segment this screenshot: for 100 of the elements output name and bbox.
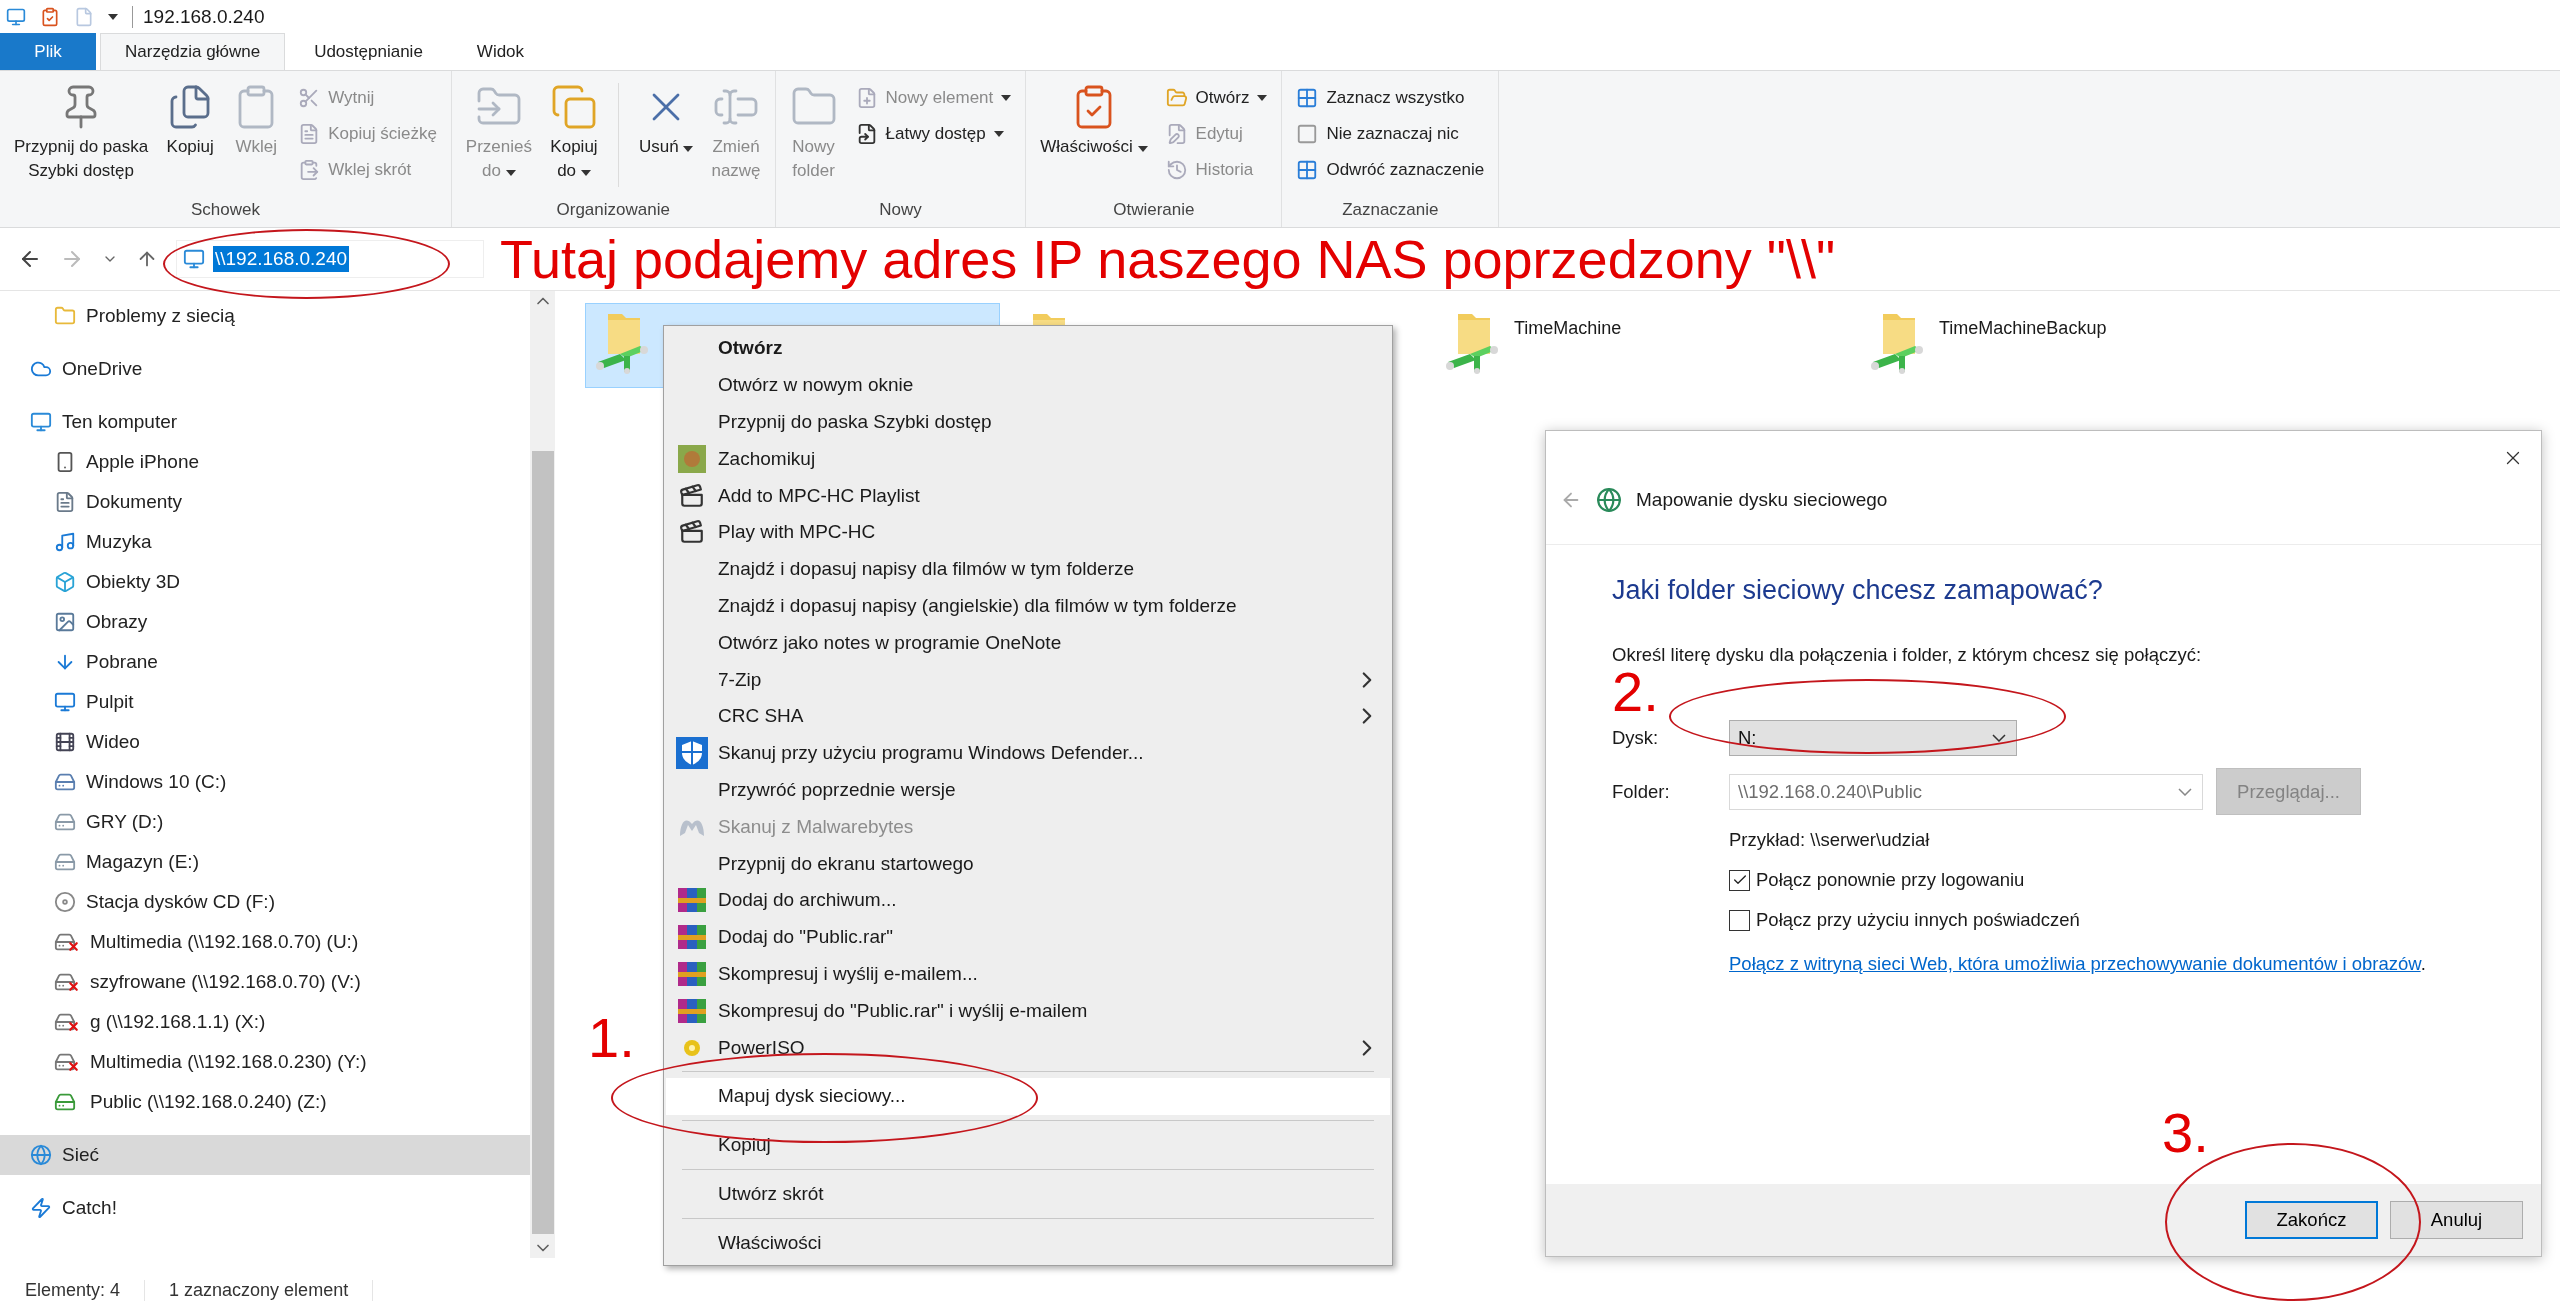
instruction-text: Określ literę dysku dla połączenia i folder, z którym chcesz się połączyć:: [1612, 644, 2203, 666]
sidebar-item[interactable]: szyfrowane (\\192.168.0.70) (V:): [0, 962, 530, 1002]
cube-icon: [54, 571, 76, 593]
menu-item[interactable]: Otwórz: [666, 330, 1390, 367]
ribbon-button[interactable]: Kopiuj do: [544, 79, 604, 187]
sidebar-item[interactable]: Pulpit: [0, 682, 530, 722]
sidebar-item[interactable]: Pobrane: [0, 642, 530, 682]
ribbon-button[interactable]: Łatwy dostęp: [849, 117, 1018, 151]
menu-item[interactable]: Otwórz jako notes w programie OneNote: [666, 624, 1390, 662]
web-site-link[interactable]: Połącz z witryną sieci Web, która umożliwia przechowywanie dokumentów i obrazów: [1729, 953, 2421, 974]
menu-item[interactable]: CRC SHA: [666, 697, 1390, 735]
ribbon-tab[interactable]: Narzędzia główne: [100, 33, 286, 70]
field-label: Dysk:: [1612, 727, 1660, 749]
menu-item[interactable]: Skompresuj do "Public.rar" i wyślij e-mailem: [666, 992, 1390, 1030]
menu-item[interactable]: PowerISO: [666, 1029, 1390, 1066]
menu-item[interactable]: Kopiuj: [666, 1126, 1390, 1164]
checklist-icon[interactable]: [40, 6, 60, 27]
menu-item[interactable]: Dodaj do "Public.rar": [666, 918, 1390, 956]
sidebar-item[interactable]: Dokumenty: [0, 482, 530, 522]
computer-icon: [6, 6, 26, 27]
sidebar-item[interactable]: GRY (D:): [0, 802, 530, 842]
checkbox-option[interactable]: Połącz ponownie przy logowaniu: [1729, 869, 2541, 891]
sidebar-item[interactable]: Muzyka: [0, 522, 530, 562]
sidebar-item[interactable]: Catch!: [0, 1188, 530, 1228]
ribbon-button[interactable]: Właściwości: [1034, 79, 1154, 163]
menu-item[interactable]: Skompresuj i wyślij e-mailem...: [666, 955, 1390, 993]
folder-item[interactable]: TimeMachine: [1435, 303, 1850, 388]
menu-item[interactable]: Skanuj przy użyciu programu Windows Defender...: [666, 734, 1390, 772]
ribbon-tab[interactable]: Plik: [0, 33, 96, 70]
sidebar-item[interactable]: Ten komputer: [0, 402, 530, 442]
drive-dropdown[interactable]: N:: [1729, 720, 2017, 756]
menu-item[interactable]: Play with MPC-HC: [666, 514, 1390, 551]
menu-item[interactable]: Otwórz w nowym oknie: [666, 366, 1390, 404]
globe-icon: [1596, 487, 1622, 513]
caret-icon[interactable]: [108, 13, 118, 20]
ribbon-button[interactable]: Kopiuj: [160, 79, 221, 163]
menu-item[interactable]: Mapuj dysk sieciowy...: [666, 1077, 1390, 1115]
sidebar-item[interactable]: Multimedia (\\192.168.0.230) (Y:): [0, 1042, 530, 1082]
disc-icon: [683, 1038, 701, 1057]
dialog-button[interactable]: Zakończ: [2245, 1201, 2378, 1239]
menu-item[interactable]: Utwórz skrót: [666, 1175, 1390, 1213]
ribbon-button[interactable]: Otwórz: [1159, 81, 1274, 115]
menu-item[interactable]: Właściwości: [666, 1224, 1390, 1262]
dialog-button[interactable]: Anuluj: [2390, 1201, 2523, 1239]
ribbon-button[interactable]: Usuń: [633, 79, 700, 163]
ribbon-tab[interactable]: Udostępnianie: [289, 33, 448, 70]
ribbon-button[interactable]: Zaznacz wszystko: [1290, 81, 1491, 115]
sidebar-item[interactable]: Magazyn (E:): [0, 842, 530, 882]
menu-item[interactable]: Dodaj do archiwum...: [666, 881, 1390, 919]
address-field[interactable]: \\192.168.0.240: [176, 240, 484, 278]
folder-item[interactable]: TimeMachineBackup: [1860, 303, 2275, 388]
sidebar-item[interactable]: Windows 10 (C:): [0, 762, 530, 802]
drive-icon: [54, 771, 76, 793]
sidebar-item[interactable]: OneDrive: [0, 349, 530, 389]
shield-icon: [676, 737, 708, 770]
checkbox-label: Połącz przy użyciu innych poświadczeń: [1756, 909, 2080, 931]
shortcut-icon: [298, 159, 321, 181]
dialog-heading: Jaki folder sieciowy chcesz zamapować?: [1612, 575, 2104, 606]
folder-copy-icon: [550, 83, 598, 131]
sidebar-item[interactable]: Obiekty 3D: [0, 562, 530, 602]
sidebar-item[interactable]: Multimedia (\\192.168.0.70) (U:): [0, 922, 530, 962]
open-folder-icon: [1165, 87, 1188, 109]
field-label: Folder:: [1612, 780, 1671, 803]
menu-item[interactable]: Zachomikuj: [666, 440, 1390, 478]
menu-item[interactable]: Przypnij do ekranu startowego: [666, 845, 1390, 882]
chevron-down-icon: [2178, 787, 2192, 796]
sidebar-item[interactable]: Apple iPhone: [0, 442, 530, 482]
sidebar-item[interactable]: Wideo: [0, 722, 530, 762]
archive-books-icon: [678, 959, 706, 988]
scrollbar[interactable]: [530, 291, 555, 1258]
sidebar-item[interactable]: Stacja dysków CD (F:): [0, 882, 530, 922]
square-icon: [1296, 123, 1319, 145]
menu-item[interactable]: Add to MPC-HC Playlist: [666, 477, 1390, 514]
sidebar-item[interactable]: g (\\192.168.1.1) (X:): [0, 1002, 530, 1042]
menu-item[interactable]: Przypnij do paska Szybki dostęp: [666, 403, 1390, 441]
ribbon-button[interactable]: Przypnij do paska Szybki dostęp: [8, 79, 155, 187]
menu-item[interactable]: Przywróć poprzednie wersje: [666, 771, 1390, 809]
checkbox-option[interactable]: Połącz przy użyciu innych poświadczeń: [1729, 909, 2541, 931]
disc-icon: [54, 891, 76, 913]
ribbon-button[interactable]: Odwróć zaznaczenie: [1290, 153, 1491, 187]
scrollbar-thumb[interactable]: [531, 451, 554, 1234]
checkbox[interactable]: [1729, 869, 1750, 891]
archive-books-icon: [678, 886, 706, 915]
example-text: Przykład: \\serwer\udział: [1729, 829, 1931, 851]
checkbox-label: Połącz ponownie przy logowaniu: [1756, 869, 2025, 891]
ribbon-button[interactable]: Nie zaznaczaj nic: [1290, 117, 1491, 151]
group-label: Otwieranie: [1112, 199, 1196, 221]
menu-item[interactable]: Znajdź i dopasuj napisy (angielskie) dla filmów w tym folderze: [666, 587, 1390, 625]
archive-books-icon: [678, 923, 706, 952]
sidebar-item[interactable]: Public (\\192.168.0.240) (Z:): [0, 1082, 530, 1122]
chevron-down-icon: [1992, 734, 2006, 742]
menu-item[interactable]: 7-Zip: [666, 661, 1390, 698]
ribbon-tab[interactable]: Widok: [451, 33, 550, 70]
sidebar-item[interactable]: Obrazy: [0, 602, 530, 642]
sidebar-item[interactable]: Sieć: [0, 1135, 530, 1175]
group-label: Organizowanie: [555, 199, 671, 221]
checkbox[interactable]: [1729, 909, 1750, 931]
group-label: Nowy: [878, 199, 923, 221]
menu-item[interactable]: Znajdź i dopasuj napisy dla filmów w tym folderze: [666, 550, 1390, 588]
sidebar-item[interactable]: Problemy z siecią: [0, 296, 530, 336]
